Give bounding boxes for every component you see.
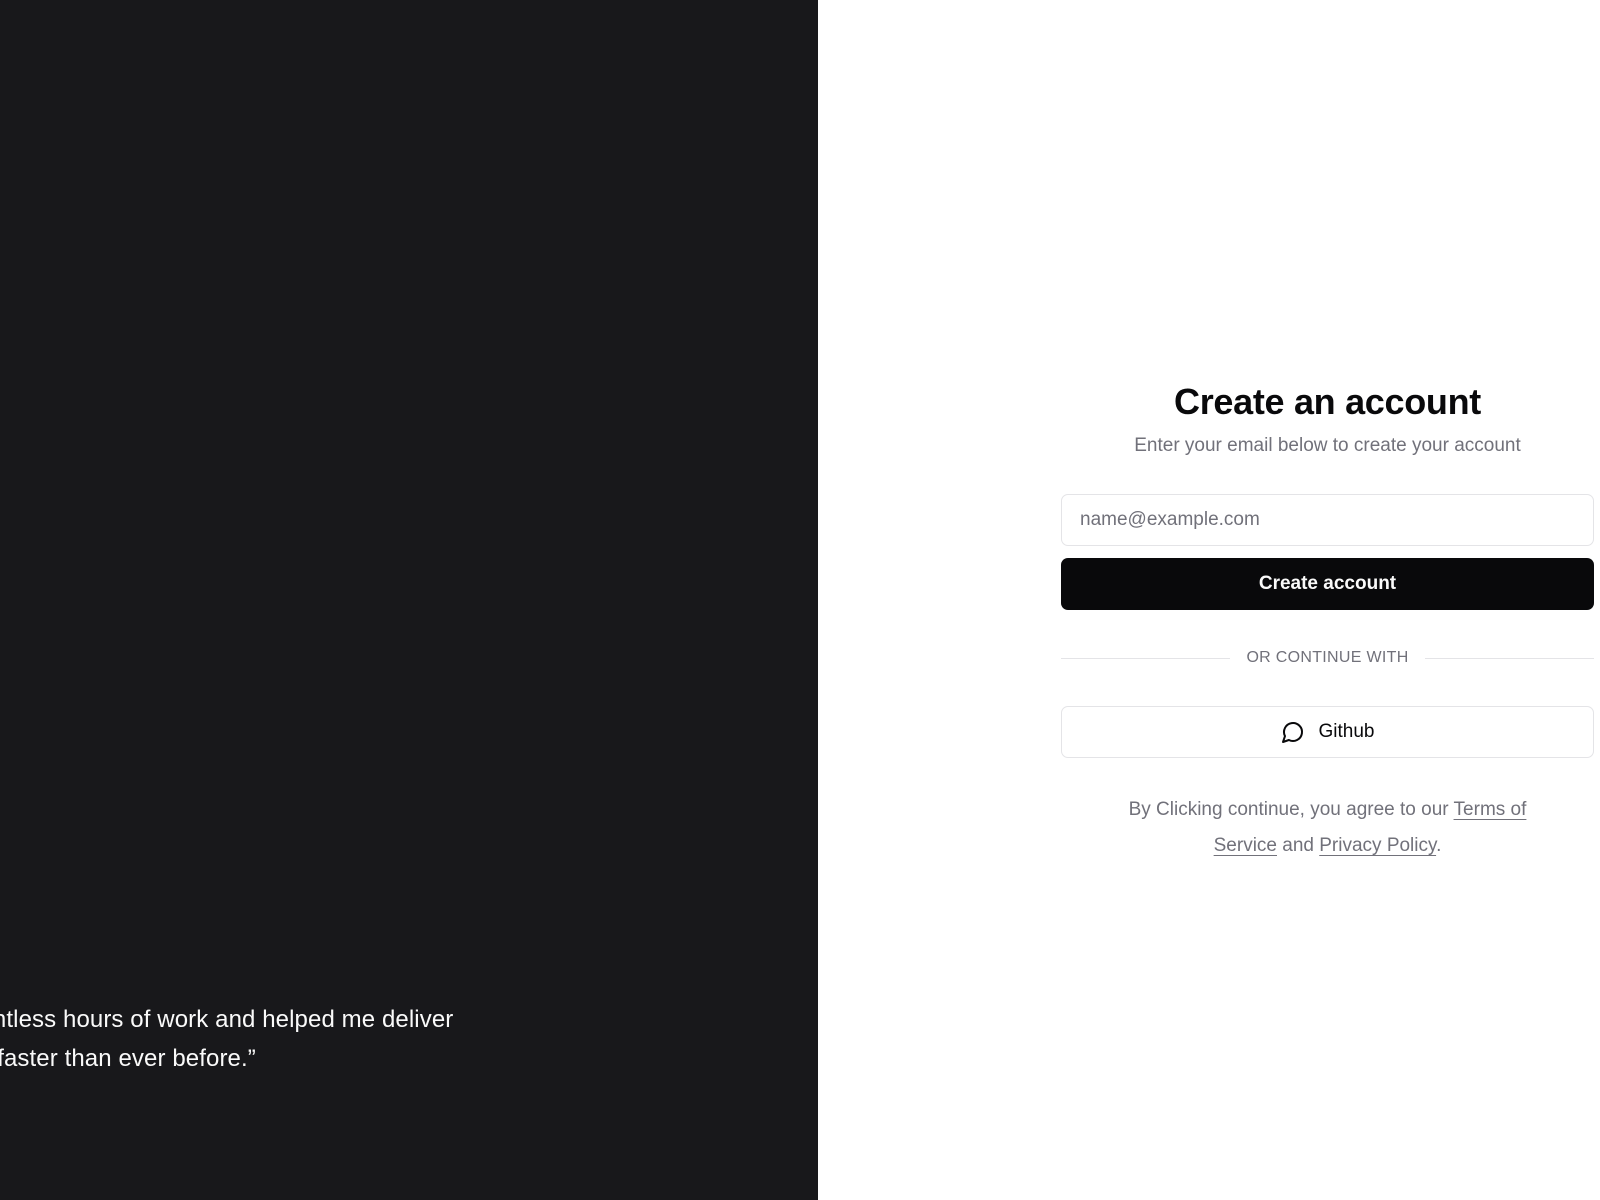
github-button[interactable]: Github [1061, 706, 1594, 758]
create-account-button[interactable]: Create account [1061, 558, 1594, 610]
message-circle-icon [1281, 720, 1305, 744]
signup-form: Create an account Enter your email below… [1061, 378, 1594, 864]
github-button-label: Github [1318, 721, 1375, 742]
testimonial-quote: as saved me countless hours of work and … [0, 1006, 454, 1072]
email-input[interactable] [1061, 494, 1594, 546]
page-title: Create an account [1174, 381, 1481, 422]
terms-suffix: . [1436, 835, 1442, 856]
privacy-policy-link[interactable]: Privacy Policy [1319, 835, 1436, 856]
divider-line-left [1061, 657, 1231, 659]
auth-page: as saved me countless hours of work and … [0, 0, 1600, 1200]
testimonial-panel: as saved me countless hours of work and … [0, 0, 818, 1200]
terms-middle: and [1276, 835, 1320, 856]
or-divider: OR CONTINUE WITH [1061, 646, 1594, 670]
divider-label: OR CONTINUE WITH [1246, 649, 1409, 666]
terms-prefix: By Clicking continue, you agree to our [1128, 799, 1454, 820]
page-subtitle: Enter your email below to create your ac… [1134, 435, 1521, 456]
terms-notice: By Clicking continue, you agree to our T… [1108, 792, 1548, 864]
divider-line-right [1424, 657, 1594, 659]
